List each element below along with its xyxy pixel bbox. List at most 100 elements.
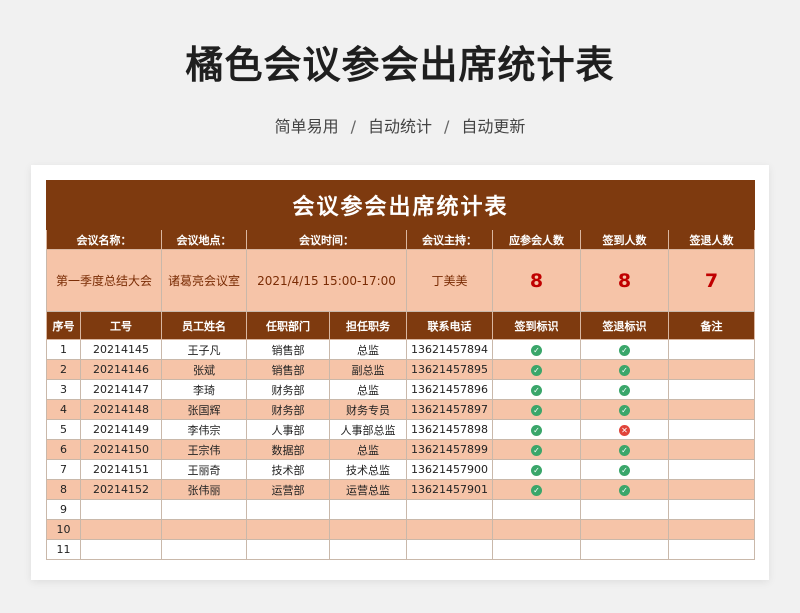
employee-name-cell[interactable]: 李琦 — [161, 379, 247, 400]
department-cell[interactable]: 运营部 — [246, 479, 330, 500]
employee-id-cell[interactable]: 20214146 — [80, 359, 162, 380]
sign-out-cell[interactable] — [580, 499, 669, 520]
department-cell[interactable]: 财务部 — [246, 399, 330, 420]
employee-name-cell[interactable]: 李伟宗 — [161, 419, 247, 440]
employee-id-cell[interactable]: 20214151 — [80, 459, 162, 480]
info-label-location[interactable]: 会议地点： — [161, 229, 247, 250]
sign-out-cell[interactable] — [580, 519, 669, 540]
sign-in-cell[interactable]: ✓ — [492, 479, 581, 500]
note-cell[interactable] — [667, 459, 756, 480]
position-cell[interactable]: 运营总监 — [329, 479, 407, 500]
phone-cell[interactable]: 13621457895 — [406, 359, 493, 380]
department-cell[interactable]: 销售部 — [246, 339, 330, 360]
row-number-cell[interactable]: 4 — [46, 399, 81, 420]
col-header-dept[interactable]: 任职部门 — [246, 311, 330, 340]
department-cell[interactable] — [246, 499, 330, 520]
row-number-cell[interactable]: 5 — [46, 419, 81, 440]
note-cell[interactable] — [667, 439, 756, 460]
meeting-name-cell[interactable]: 第一季度总结大会 — [46, 249, 162, 312]
row-number-cell[interactable]: 2 — [46, 359, 81, 380]
row-number-cell[interactable]: 8 — [46, 479, 81, 500]
position-cell[interactable]: 副总监 — [329, 359, 407, 380]
position-cell[interactable]: 总监 — [329, 379, 407, 400]
phone-cell[interactable]: 13621457898 — [406, 419, 493, 440]
sign-out-cell[interactable]: ✓ — [580, 339, 669, 360]
employee-id-cell[interactable] — [80, 499, 162, 520]
employee-id-cell[interactable]: 20214150 — [80, 439, 162, 460]
row-number-cell[interactable]: 11 — [46, 539, 81, 560]
employee-name-cell[interactable] — [161, 519, 247, 540]
sign-in-cell[interactable] — [492, 519, 581, 540]
sign-out-cell[interactable] — [580, 539, 669, 560]
row-number-cell[interactable]: 9 — [46, 499, 81, 520]
employee-name-cell[interactable]: 张斌 — [161, 359, 247, 380]
col-header-name[interactable]: 员工姓名 — [161, 311, 247, 340]
col-header-sign-out[interactable]: 签退标识 — [580, 311, 669, 340]
row-number-cell[interactable]: 6 — [46, 439, 81, 460]
position-cell[interactable]: 总监 — [329, 439, 407, 460]
phone-cell[interactable] — [406, 519, 493, 540]
position-cell[interactable] — [329, 519, 407, 540]
info-label-name[interactable]: 会议名称： — [46, 229, 162, 250]
department-cell[interactable]: 技术部 — [246, 459, 330, 480]
sign-in-cell[interactable] — [492, 499, 581, 520]
signed-out-count-cell[interactable]: 7 — [667, 249, 756, 312]
col-header-phone[interactable]: 联系电话 — [406, 311, 493, 340]
phone-cell[interactable]: 13621457899 — [406, 439, 493, 460]
sign-in-cell[interactable]: ✓ — [492, 339, 581, 360]
department-cell[interactable]: 人事部 — [246, 419, 330, 440]
info-label-expected[interactable]: 应参会人数 — [492, 229, 581, 250]
info-label-host[interactable]: 会议主持： — [406, 229, 493, 250]
sign-in-cell[interactable]: ✓ — [492, 459, 581, 480]
department-cell[interactable]: 数据部 — [246, 439, 330, 460]
employee-name-cell[interactable]: 王丽奇 — [161, 459, 247, 480]
info-label-signed-in[interactable]: 签到人数 — [580, 229, 669, 250]
note-cell[interactable] — [667, 519, 756, 540]
col-header-role[interactable]: 担任职务 — [329, 311, 407, 340]
note-cell[interactable] — [667, 479, 756, 500]
note-cell[interactable] — [667, 419, 756, 440]
sign-in-cell[interactable] — [492, 539, 581, 560]
employee-name-cell[interactable] — [161, 499, 247, 520]
sign-out-cell[interactable]: ✓ — [580, 359, 669, 380]
meeting-location-cell[interactable]: 诸葛亮会议室 — [161, 249, 247, 312]
note-cell[interactable] — [667, 359, 756, 380]
row-number-cell[interactable]: 7 — [46, 459, 81, 480]
sign-in-cell[interactable]: ✓ — [492, 359, 581, 380]
position-cell[interactable] — [329, 539, 407, 560]
sign-in-cell[interactable]: ✓ — [492, 439, 581, 460]
department-cell[interactable] — [246, 539, 330, 560]
sign-out-cell[interactable]: ✓ — [580, 399, 669, 420]
employee-id-cell[interactable]: 20214152 — [80, 479, 162, 500]
note-cell[interactable] — [667, 379, 756, 400]
expected-count-cell[interactable]: 8 — [492, 249, 581, 312]
phone-cell[interactable]: 13621457896 — [406, 379, 493, 400]
phone-cell[interactable]: 13621457894 — [406, 339, 493, 360]
note-cell[interactable] — [667, 399, 756, 420]
employee-id-cell[interactable] — [80, 539, 162, 560]
employee-id-cell[interactable]: 20214149 — [80, 419, 162, 440]
sign-out-cell[interactable]: ✓ — [580, 479, 669, 500]
note-cell[interactable] — [667, 339, 756, 360]
employee-id-cell[interactable]: 20214148 — [80, 399, 162, 420]
phone-cell[interactable] — [406, 499, 493, 520]
col-header-no[interactable]: 序号 — [46, 311, 81, 340]
employee-name-cell[interactable]: 王宗伟 — [161, 439, 247, 460]
col-header-id[interactable]: 工号 — [80, 311, 162, 340]
sign-in-cell[interactable]: ✓ — [492, 419, 581, 440]
row-number-cell[interactable]: 10 — [46, 519, 81, 540]
row-number-cell[interactable]: 3 — [46, 379, 81, 400]
sheet-title[interactable]: 会议参会出席统计表 — [45, 180, 756, 230]
position-cell[interactable]: 技术总监 — [329, 459, 407, 480]
employee-name-cell[interactable] — [161, 539, 247, 560]
department-cell[interactable]: 财务部 — [246, 379, 330, 400]
position-cell[interactable]: 总监 — [329, 339, 407, 360]
sign-in-cell[interactable]: ✓ — [492, 399, 581, 420]
sign-in-cell[interactable]: ✓ — [492, 379, 581, 400]
position-cell[interactable]: 财务专员 — [329, 399, 407, 420]
info-label-time[interactable]: 会议时间： — [246, 229, 407, 250]
sign-out-cell[interactable]: ✓ — [580, 459, 669, 480]
department-cell[interactable]: 销售部 — [246, 359, 330, 380]
phone-cell[interactable]: 13621457897 — [406, 399, 493, 420]
sign-out-cell[interactable]: ✕ — [580, 419, 669, 440]
